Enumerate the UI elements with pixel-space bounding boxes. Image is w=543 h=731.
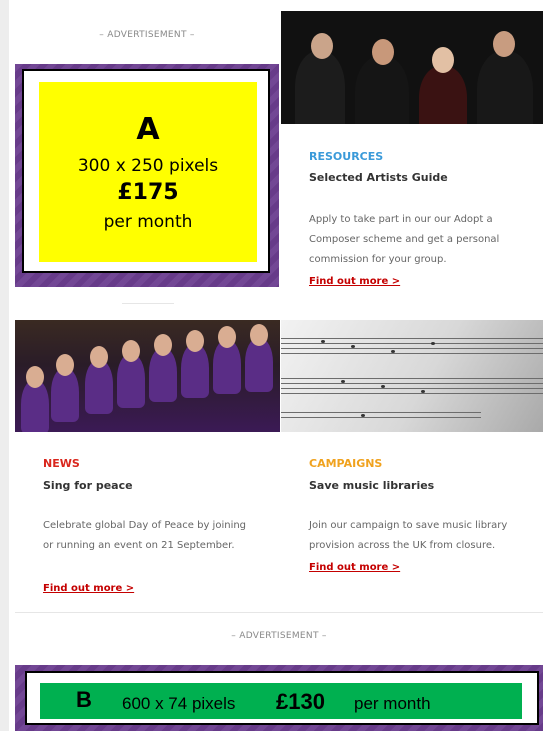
ad-a-period: per month [103,212,193,232]
choir-photo[interactable] [15,320,280,432]
divider [122,303,174,304]
resources-description: Apply to take part in our our Adopt a Co… [309,214,500,265]
sheet-music-photo[interactable] [281,320,543,432]
campaigns-category: CAMPAIGNS [309,457,383,470]
ad-a-price: £175 [117,180,179,205]
campaigns-find-out-more-link[interactable]: Find out more > [309,562,400,573]
news-find-out-more-link[interactable]: Find out more > [43,583,134,594]
ad-b-size: 600 x 74 pixels [122,694,236,713]
scrollbar-track[interactable] [0,0,9,731]
resources-title[interactable]: Selected Artists Guide [309,171,448,184]
news-description: Celebrate global Day of Peace by joining… [43,520,247,551]
ad-a-size: 300 x 250 pixels [77,156,219,176]
divider [15,612,543,613]
resources-category: RESOURCES [309,150,384,163]
ad-b-letter: B [76,687,92,712]
resources-find-out-more-link[interactable]: Find out more > [309,276,400,287]
advertisement-label-top: – ADVERTISEMENT – [99,30,195,40]
news-category: NEWS [43,457,80,470]
ad-a-panel[interactable]: A 300 x 250 pixels £175 per month [39,82,257,262]
campaigns-description: Join our campaign to save music library … [309,520,508,551]
ad-a-letter: A [136,112,160,147]
advertisement-label-bottom: – ADVERTISEMENT – [231,631,327,641]
ad-b-price: £130 [276,689,325,714]
news-title[interactable]: Sing for peace [43,479,133,492]
ad-b-panel[interactable]: B 600 x 74 pixels £130 per month [40,683,522,719]
campaigns-title[interactable]: Save music libraries [309,479,434,492]
ad-b-period: per month [354,694,431,713]
string-quartet-photo[interactable] [281,11,543,124]
